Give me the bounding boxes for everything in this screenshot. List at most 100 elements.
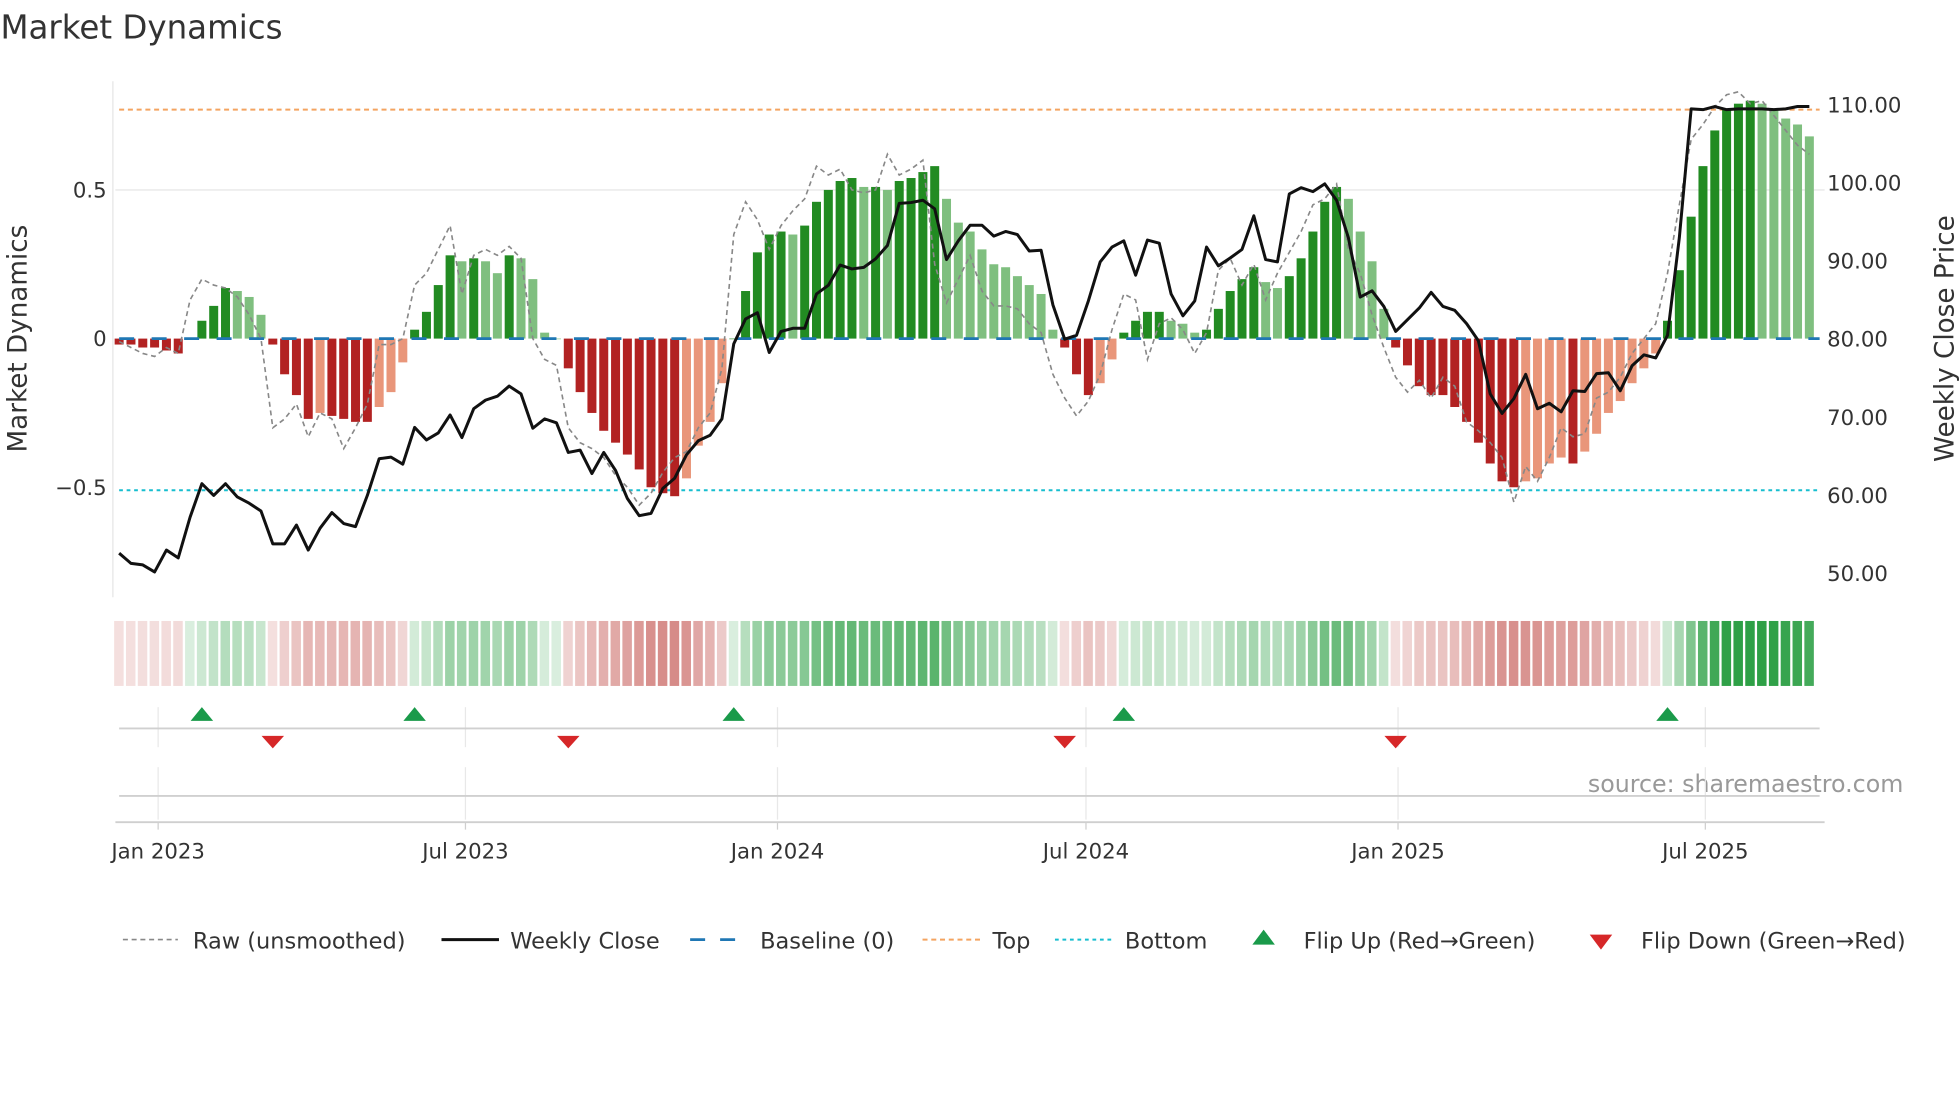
momentum-bar <box>197 320 207 339</box>
momentum-bar <box>1072 338 1082 375</box>
momentum-bar <box>1237 279 1247 339</box>
heatmap-cell <box>799 620 810 686</box>
heatmap-cell <box>232 620 242 686</box>
y2-tick-label: 50.00 <box>1827 562 1888 587</box>
heatmap-cell <box>610 620 621 686</box>
momentum-bar <box>138 338 148 348</box>
legend-flip-up-label: Flip Up (Red→Green) <box>1304 928 1536 954</box>
heatmap-cell <box>350 620 361 686</box>
heatmap-cell <box>1757 620 1767 686</box>
heatmap-cell <box>279 620 290 686</box>
momentum-bar <box>847 178 857 339</box>
heatmap-cell <box>1378 620 1389 686</box>
heatmap-cell <box>1118 620 1129 686</box>
heatmap-cell <box>1343 620 1353 686</box>
heatmap-cell <box>870 620 881 686</box>
legend: Raw (unsmoothed) Weekly Close Baseline (0)… <box>122 928 1906 954</box>
heatmap-cell <box>255 620 266 686</box>
heatmap-cell <box>527 620 538 686</box>
heatmap-cell <box>1579 620 1590 686</box>
momentum-bar <box>1414 338 1424 387</box>
source-label: source: sharemaestro.com <box>1588 770 1903 798</box>
momentum-bar <box>977 249 987 339</box>
momentum-bar <box>1793 124 1803 339</box>
momentum-bar <box>1509 338 1519 488</box>
heatmap-cell <box>1402 620 1412 686</box>
momentum-bar <box>492 273 502 339</box>
heatmap-cell <box>1556 620 1566 686</box>
main-plot: 0.5 0 −0.5 110.00 100.00 90.00 80.00 70.00 60.00… <box>55 81 1901 598</box>
legend-close-label: Weekly Close <box>510 928 659 954</box>
heatmap-cell <box>516 620 526 686</box>
momentum-bar <box>351 338 361 422</box>
legend-bottom-label: Bottom <box>1125 928 1207 954</box>
momentum-bar <box>386 338 396 393</box>
heatmap-cell <box>1686 620 1696 686</box>
legend-top-label: Top <box>991 928 1030 954</box>
heatmap-cell <box>1697 620 1708 686</box>
x-tick-label: Jan 2024 <box>729 839 825 864</box>
heatmap-cell <box>161 620 171 686</box>
heatmap-cell <box>409 620 420 686</box>
heatmap-cell <box>1532 620 1542 686</box>
x-tick-label: Jul 2024 <box>1041 839 1129 864</box>
momentum-bar <box>1592 338 1602 434</box>
momentum-bar <box>882 189 892 339</box>
momentum-bar <box>280 338 290 375</box>
heatmap-cell <box>1603 620 1613 686</box>
momentum-bar <box>516 258 526 339</box>
momentum-bar <box>1757 103 1767 339</box>
heatmap-cell <box>385 620 396 686</box>
momentum-bar <box>339 338 349 419</box>
heatmap-cell <box>468 620 479 686</box>
legend-raw-label: Raw (unsmoothed) <box>193 928 406 954</box>
heatmap-cell <box>622 620 632 686</box>
momentum-bar <box>741 291 751 339</box>
heatmap-cell <box>362 620 372 686</box>
momentum-bar <box>221 288 231 339</box>
heatmap-cell <box>1804 620 1814 686</box>
momentum-bar <box>1438 338 1448 396</box>
y2-axis-label: Weekly Close Price <box>1930 215 1960 462</box>
heatmap-cell <box>1355 620 1365 686</box>
flip-up-marker <box>722 707 746 721</box>
heatmap-cell <box>185 620 195 686</box>
heatmap-cell <box>1130 620 1141 686</box>
momentum-bar <box>327 338 337 416</box>
heatmap-cell <box>988 620 999 686</box>
momentum-bar <box>563 338 573 369</box>
heatmap-cell <box>1426 620 1436 686</box>
momentum-bar <box>599 338 609 431</box>
flip-down-marker <box>261 735 285 749</box>
heatmap-cell <box>976 620 987 686</box>
heatmap-cell <box>1461 620 1472 686</box>
heatmap-cell <box>646 620 656 686</box>
momentum-bar <box>374 338 384 407</box>
heatmap-cell <box>705 620 715 686</box>
heatmap-cell <box>137 620 148 686</box>
heatmap-cell <box>149 620 160 686</box>
heatmap-cell <box>1733 620 1743 686</box>
momentum-bar <box>1426 338 1436 396</box>
heatmap-strip <box>114 620 1814 686</box>
heatmap-cell <box>941 620 952 686</box>
heatmap-cell <box>693 620 703 686</box>
momentum-bar <box>1674 270 1684 339</box>
heatmap-cell <box>1307 620 1318 686</box>
heatmap-cell <box>1319 620 1330 686</box>
heatmap-cell <box>1745 620 1755 686</box>
momentum-bar <box>823 189 833 339</box>
momentum-bar <box>504 255 514 339</box>
heatmap-cell <box>1095 620 1105 686</box>
heatmap-cell <box>326 620 337 686</box>
y2-tick-label: 70.00 <box>1827 406 1888 431</box>
heatmap-cell <box>965 620 975 686</box>
heatmap-cell <box>917 620 928 686</box>
heatmap-cell <box>1627 620 1637 686</box>
heatmap-cell <box>125 620 136 686</box>
heatmap-cell <box>835 620 845 686</box>
heatmap-cell <box>1709 620 1720 686</box>
momentum-bar <box>1048 329 1058 339</box>
legend-flip-down-label: Flip Down (Green→Red) <box>1641 928 1906 954</box>
heatmap-cell <box>196 620 207 686</box>
